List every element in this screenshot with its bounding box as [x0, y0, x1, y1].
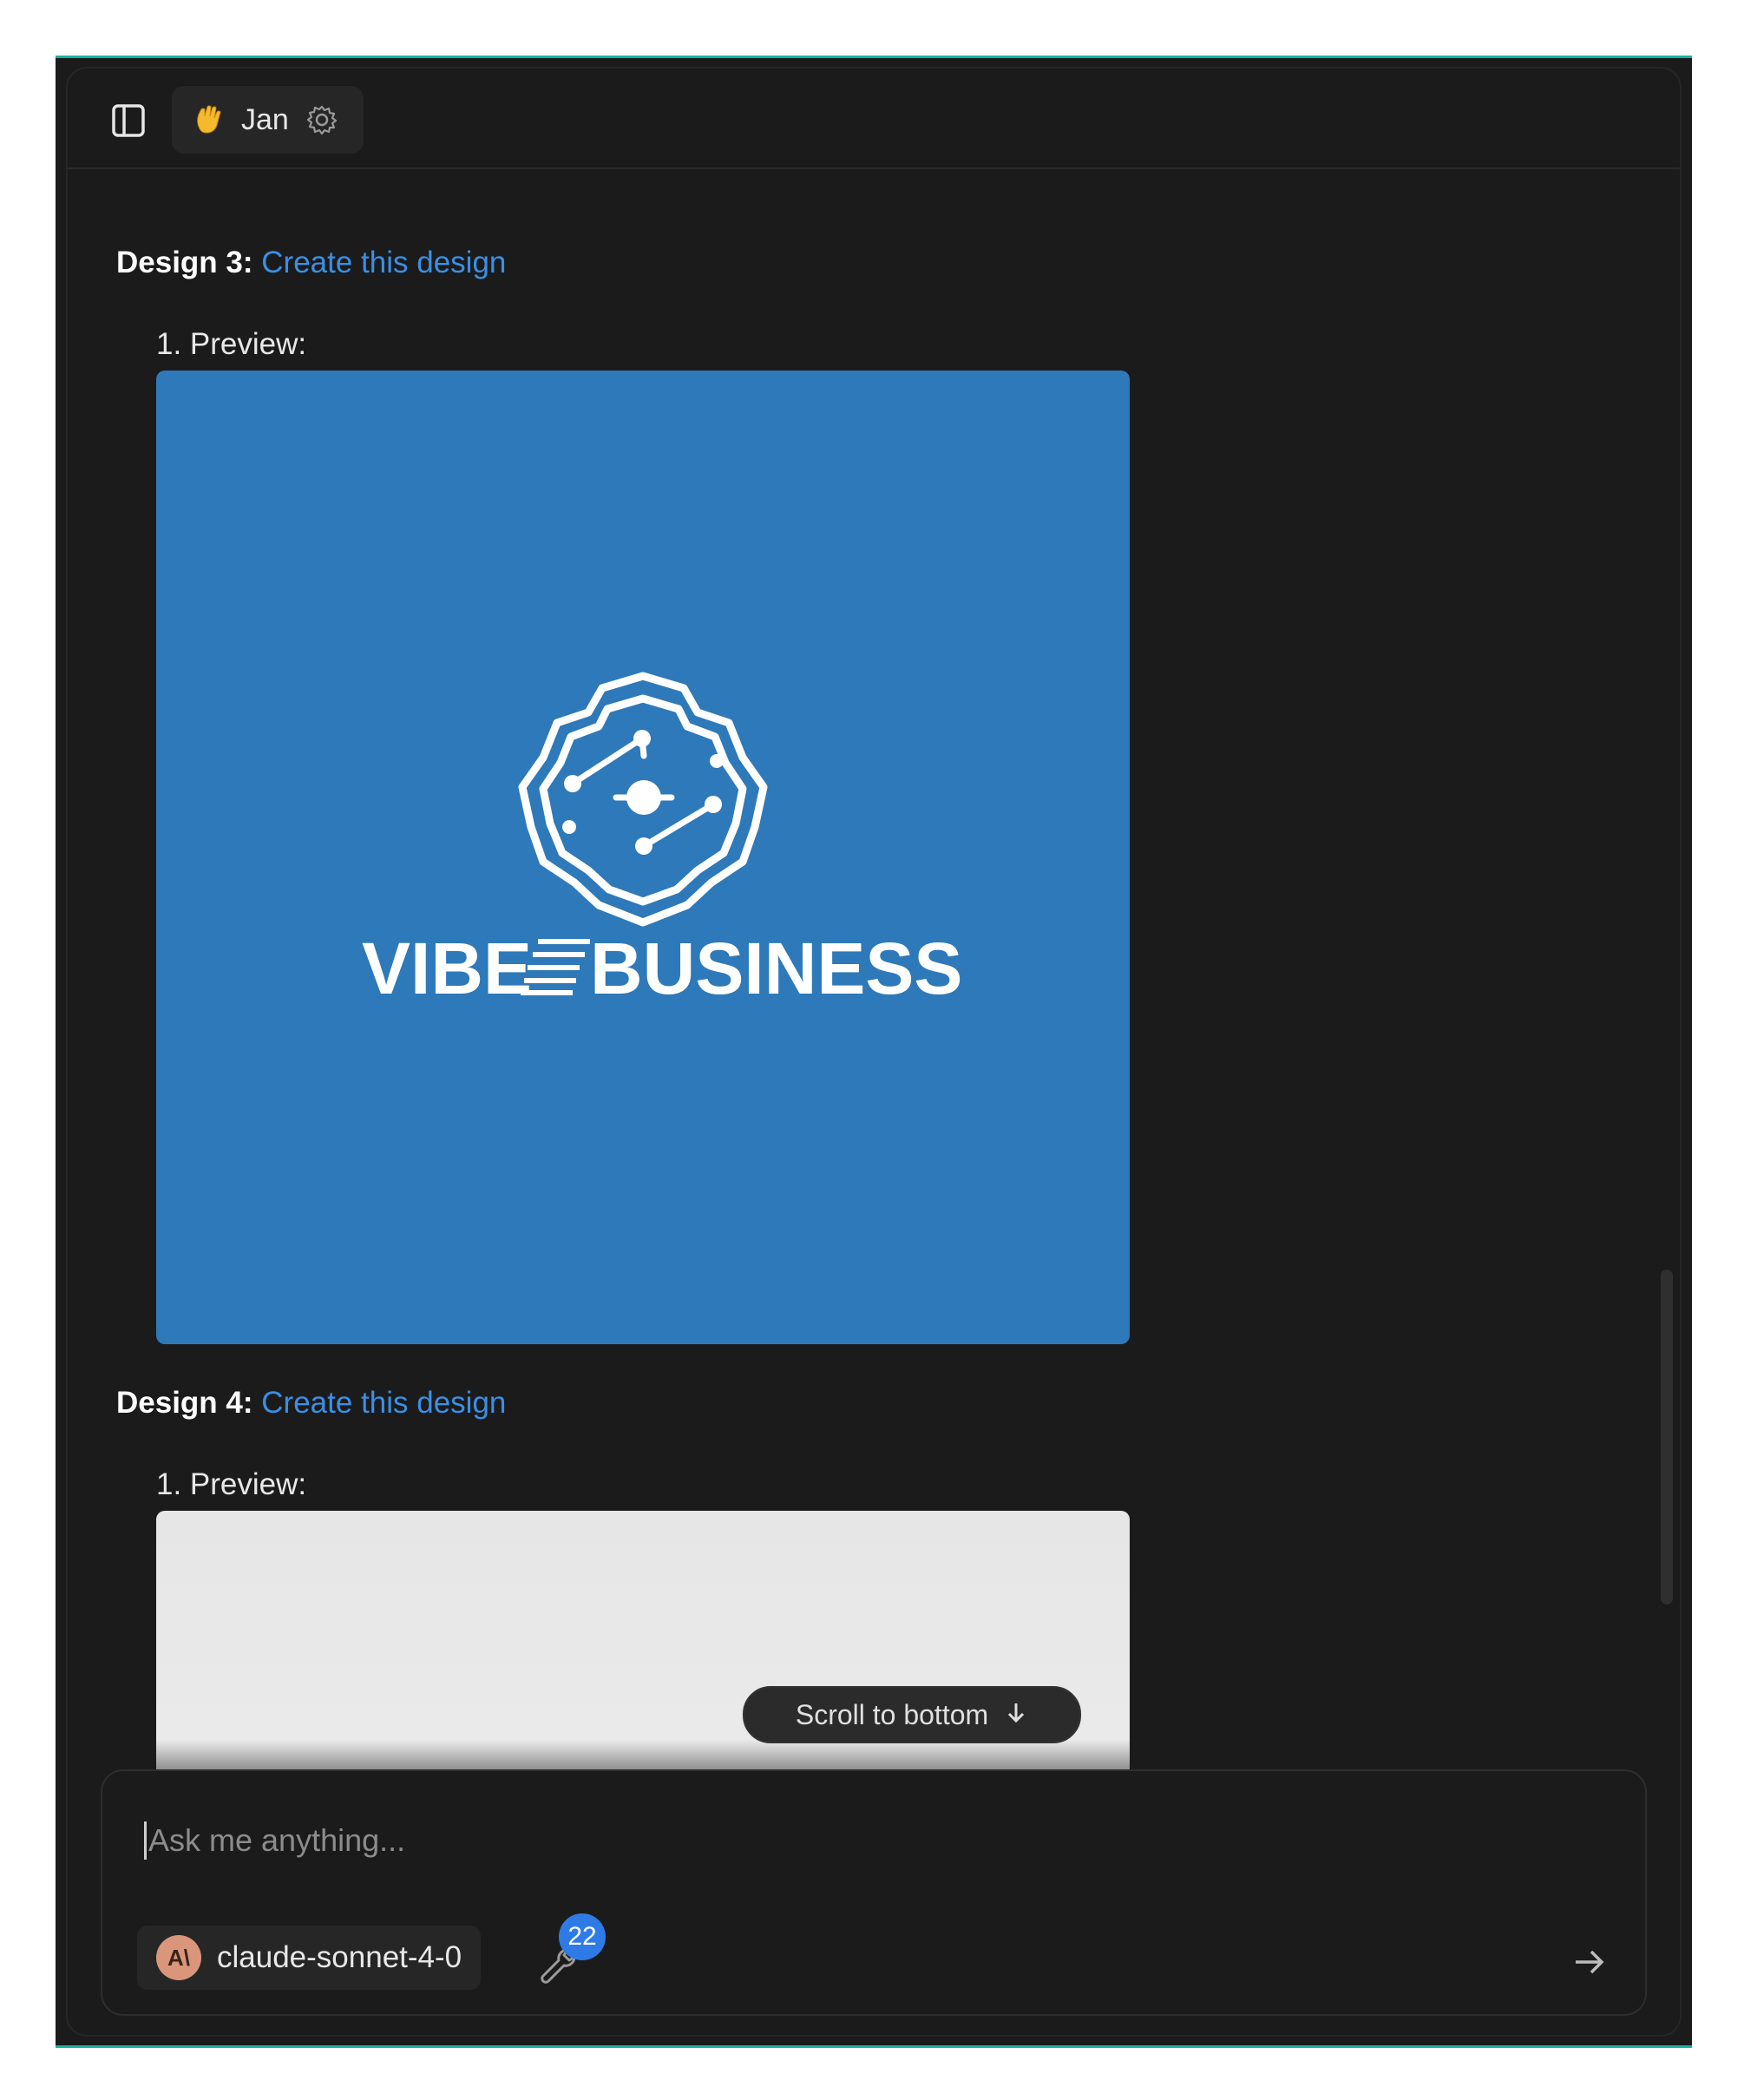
preview-label: 1. Preview:	[156, 1467, 307, 1501]
create-design-link[interactable]: Create this design	[261, 1386, 506, 1420]
message-list[interactable]: Design 3: Create this design 1. Preview:	[68, 169, 1680, 1804]
chat-input[interactable]	[144, 1821, 1452, 1860]
chat-panel: Jan Design 3: Create this design 1. Prev…	[66, 67, 1682, 2037]
scroll-to-bottom-button[interactable]: Scroll to bottom	[743, 1686, 1081, 1743]
scroll-to-bottom-label: Scroll to bottom	[795, 1698, 989, 1730]
create-design-link[interactable]: Create this design	[261, 246, 506, 279]
assistant-selector[interactable]: Jan	[172, 86, 364, 154]
logo-text-right: BUSINESS	[590, 928, 962, 1009]
send-button[interactable]	[1569, 1941, 1610, 1983]
sidebar-toggle-icon[interactable]	[111, 103, 146, 138]
tools-button[interactable]: 22	[536, 1913, 606, 1990]
design-heading: Design 3: Create this design	[116, 246, 506, 280]
model-selector[interactable]: A\ claude-sonnet-4-0	[137, 1926, 482, 1990]
preview-label: 1. Preview:	[156, 327, 307, 361]
anthropic-logo-icon: A\	[156, 1935, 201, 1980]
logo-text-left: VIBE	[362, 928, 532, 1009]
arrow-down-icon	[1004, 1699, 1028, 1731]
design-preview-image: VIBE BUSINESS	[156, 371, 1130, 1344]
design-title: Design 3:	[116, 246, 253, 279]
gear-icon[interactable]	[305, 102, 339, 137]
design-preview-image	[156, 1511, 1130, 1797]
wave-hand-icon	[191, 102, 226, 137]
design-title: Design 4:	[116, 1386, 253, 1420]
vibe-business-logo: VIBE BUSINESS	[362, 672, 962, 1009]
scrollbar-thumb[interactable]	[1661, 1270, 1673, 1605]
tools-count-badge: 22	[559, 1913, 606, 1960]
assistant-name: Jan	[241, 102, 289, 136]
model-name: claude-sonnet-4-0	[217, 1940, 462, 1974]
composer: A\ claude-sonnet-4-0 22	[101, 1769, 1647, 2016]
app-window: Jan Design 3: Create this design 1. Prev…	[56, 56, 1692, 2048]
arrow-right-icon	[1576, 1950, 1604, 1974]
chat-header: Jan	[68, 69, 1680, 169]
design-heading: Design 4: Create this design	[116, 1386, 506, 1421]
